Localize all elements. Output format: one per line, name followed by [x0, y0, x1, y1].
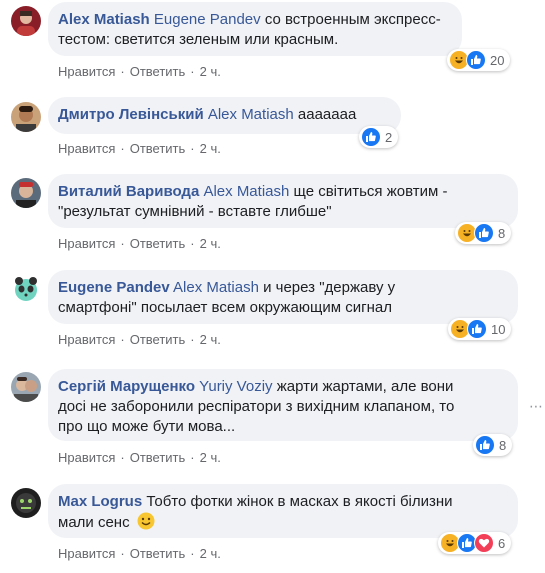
- reactions-summary[interactable]: 2: [359, 126, 399, 148]
- comment-bubble: Дмитро Левінський Alex Matiash ааааааа: [48, 97, 401, 134]
- reactions-summary[interactable]: 8: [473, 434, 513, 456]
- reply-link[interactable]: Ответить: [130, 141, 186, 156]
- separator: ·: [190, 546, 195, 561]
- like-link[interactable]: Нравится: [58, 450, 115, 465]
- separator: ·: [120, 141, 125, 156]
- comment-mention[interactable]: Alex Matiash: [208, 106, 294, 123]
- comment-author[interactable]: Сергій Марущенко: [58, 378, 195, 395]
- comment-author[interactable]: Eugene Pandev: [58, 279, 170, 296]
- comment-author[interactable]: Дмитро Левінський: [58, 106, 204, 123]
- like-link[interactable]: Нравится: [58, 546, 115, 561]
- separator: ·: [120, 546, 125, 561]
- avatar[interactable]: [11, 178, 41, 208]
- comment-text: и через "державу у: [263, 279, 396, 296]
- comment-bubble: Alex Matiash Eugene Pandev со встроенным…: [48, 2, 462, 56]
- like-icon: [361, 127, 381, 147]
- like-link[interactable]: Нравится: [58, 141, 115, 156]
- timestamp[interactable]: 2 ч.: [200, 546, 221, 561]
- avatar[interactable]: [11, 372, 41, 402]
- reaction-count: 6: [498, 535, 506, 551]
- comment-actions: Нравится · Ответить · 2 ч.: [58, 332, 221, 347]
- comment-bubble: Eugene Pandev Alex Matiash и через "держ…: [48, 270, 518, 324]
- avatar[interactable]: [11, 6, 41, 36]
- comment-actions: Нравится · Ответить · 2 ч.: [58, 450, 221, 465]
- reply-link[interactable]: Ответить: [130, 236, 186, 251]
- reaction-count: 8: [498, 225, 506, 241]
- separator: ·: [190, 141, 195, 156]
- comment-author[interactable]: Виталий Варивода: [58, 183, 199, 200]
- comment-bubble: Max Logrus Тобто фотки жінок в масках в …: [48, 484, 518, 538]
- like-icon: [467, 319, 487, 339]
- separator: ·: [120, 450, 125, 465]
- comment-text: досі не заборонили респіратори з вихідни…: [58, 398, 455, 415]
- comment-text: смартфоні" посылает всем окружающим сигн…: [58, 299, 392, 316]
- like-icon: [466, 50, 486, 70]
- comment-actions: Нравится · Ответить · 2 ч.: [58, 546, 221, 561]
- comment-text: Тобто фотки жінок в масках в якості біли…: [146, 493, 453, 510]
- timestamp[interactable]: 2 ч.: [200, 332, 221, 347]
- love-icon: [474, 533, 494, 553]
- comment-text: тестом: светится зеленым или красным.: [58, 31, 339, 48]
- like-link[interactable]: Нравится: [58, 236, 115, 251]
- comment-author[interactable]: Max Logrus: [58, 493, 142, 510]
- separator: ·: [120, 332, 125, 347]
- comment-author[interactable]: Alex Matiash: [58, 11, 150, 28]
- reply-link[interactable]: Ответить: [130, 450, 186, 465]
- comment-text: ще світиться жовтим -: [293, 183, 448, 200]
- timestamp[interactable]: 2 ч.: [200, 236, 221, 251]
- comment-text: про що може бути мова...: [58, 418, 236, 435]
- comment-text: со встроенным экспресс-: [264, 11, 441, 28]
- separator: ·: [190, 64, 195, 79]
- avatar[interactable]: [11, 102, 41, 132]
- reactions-summary[interactable]: 10: [448, 318, 512, 340]
- comment-bubble: Виталий Варивода Alex Matiash ще світить…: [48, 174, 518, 228]
- like-link[interactable]: Нравится: [58, 332, 115, 347]
- comment-actions: Нравится · Ответить · 2 ч.: [58, 64, 221, 79]
- comment-text: ааааааа: [297, 106, 357, 123]
- comment-mention[interactable]: Alex Matiash: [173, 279, 259, 296]
- reactions-summary[interactable]: 20: [447, 49, 511, 71]
- timestamp[interactable]: 2 ч.: [200, 141, 221, 156]
- avatar[interactable]: [11, 488, 41, 518]
- separator: ·: [190, 332, 195, 347]
- reply-link[interactable]: Ответить: [130, 64, 186, 79]
- timestamp[interactable]: 2 ч.: [200, 64, 221, 79]
- reaction-count: 10: [491, 321, 506, 337]
- comment-actions: Нравится · Ответить · 2 ч.: [58, 236, 221, 251]
- reactions-summary[interactable]: 8: [455, 222, 512, 244]
- separator: ·: [190, 450, 195, 465]
- separator: ·: [190, 236, 195, 251]
- comment-mention[interactable]: Alex Matiash: [203, 183, 289, 200]
- reply-link[interactable]: Ответить: [130, 332, 186, 347]
- comment-actions: Нравится · Ответить · 2 ч.: [58, 141, 221, 156]
- reaction-count: 20: [490, 52, 505, 68]
- like-link[interactable]: Нравится: [58, 64, 115, 79]
- reaction-count: 2: [385, 129, 393, 145]
- avatar[interactable]: [11, 274, 41, 304]
- comment-text: "результат сумнівний - вставте глибше": [58, 203, 332, 220]
- like-icon: [474, 223, 494, 243]
- comment-bubble: Сергій Марущенко Yuriy Voziy жарти жарта…: [48, 369, 518, 441]
- separator: ·: [120, 64, 125, 79]
- reply-link[interactable]: Ответить: [130, 546, 186, 561]
- more-options-icon[interactable]: ⋯: [529, 398, 543, 415]
- smile-emoji-icon: [137, 512, 155, 536]
- timestamp[interactable]: 2 ч.: [200, 450, 221, 465]
- like-icon: [475, 435, 495, 455]
- comment-text: мали сенс: [58, 514, 130, 531]
- comment-mention[interactable]: Eugene Pandev: [154, 11, 261, 28]
- reaction-count: 8: [499, 437, 507, 453]
- separator: ·: [120, 236, 125, 251]
- comment-text: жарти жартами, але вони: [276, 378, 454, 395]
- reactions-summary[interactable]: 6: [438, 532, 512, 554]
- comment-mention[interactable]: Yuriy Voziy: [199, 378, 272, 395]
